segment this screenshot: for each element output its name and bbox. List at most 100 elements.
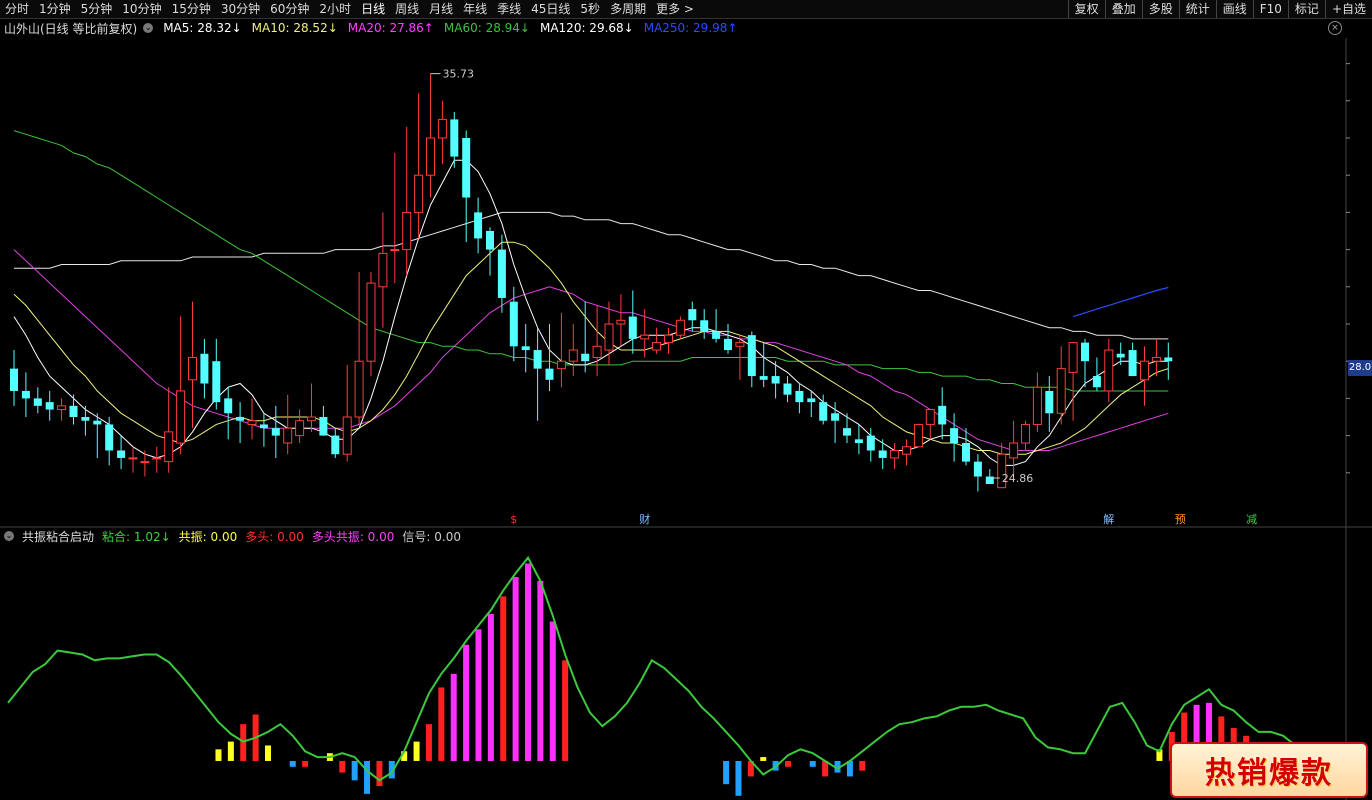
candle	[21, 372, 30, 417]
candle	[81, 405, 90, 436]
osc-bar	[227, 741, 234, 761]
price-chart[interactable]: 35.73 24.86 $ 财 解 预 减	[0, 0, 1372, 800]
candle	[45, 390, 54, 421]
candle-body	[224, 398, 233, 414]
candle	[378, 212, 388, 328]
candle-body	[93, 420, 102, 425]
event-marker: 预	[1175, 513, 1186, 526]
candle	[1140, 346, 1149, 406]
candle	[354, 271, 364, 425]
candle-body	[342, 416, 352, 455]
candle	[878, 439, 887, 470]
candle	[938, 387, 947, 440]
candle-body	[33, 398, 42, 406]
candle-body	[450, 119, 459, 157]
candle	[925, 409, 935, 440]
candle-body	[795, 390, 804, 403]
candle-body	[628, 316, 637, 339]
osc-bar	[735, 760, 742, 796]
candle	[69, 394, 78, 425]
candle-body	[568, 349, 578, 362]
candle-body	[21, 390, 30, 399]
candle	[342, 364, 352, 462]
candle-body	[807, 398, 816, 403]
promo-badge[interactable]: 热销爆款	[1170, 742, 1368, 798]
ma10-line	[13, 241, 1169, 455]
candle	[568, 324, 578, 377]
candle	[628, 290, 637, 354]
candle-body	[962, 443, 970, 462]
candle-body	[176, 390, 186, 444]
candle-body	[1151, 356, 1161, 362]
candle-body	[533, 350, 542, 369]
osc-bar	[364, 760, 371, 794]
candle-body	[164, 431, 174, 463]
candle-body	[188, 356, 197, 381]
candle-body	[1068, 342, 1078, 373]
candle-body	[735, 342, 745, 347]
candle-body	[437, 118, 447, 139]
candle	[259, 413, 268, 447]
candle	[450, 111, 459, 168]
osc-bar	[487, 613, 494, 761]
event-markers: $ 财 解 预 减	[510, 512, 1257, 526]
candle	[545, 324, 554, 391]
candle-body	[675, 319, 685, 336]
candle-body	[509, 301, 518, 347]
candle-body	[700, 320, 709, 332]
candle	[724, 324, 732, 354]
osc-bar	[525, 563, 531, 761]
candle	[1151, 338, 1161, 377]
candle-body	[1045, 390, 1054, 414]
candle-body	[1128, 350, 1137, 377]
candle-body	[581, 353, 590, 362]
candle-body	[973, 461, 982, 477]
candle	[1032, 372, 1042, 432]
candle-body	[331, 435, 340, 455]
ma250-line	[1072, 286, 1169, 318]
candle	[1021, 420, 1030, 451]
candle-body	[902, 446, 911, 455]
event-marker: 财	[639, 512, 650, 526]
osc-bar	[450, 673, 457, 761]
promo-text: 热销爆款	[1205, 756, 1333, 791]
candle-body	[414, 174, 424, 213]
candle	[152, 446, 162, 473]
osc-bar	[549, 621, 556, 761]
candle-body	[307, 416, 316, 422]
osc-bar	[215, 749, 222, 761]
candle-body	[117, 450, 126, 458]
candle	[1056, 346, 1066, 425]
collapse-icon[interactable]: ⌄	[4, 531, 14, 541]
candle-body	[402, 211, 412, 251]
candle	[521, 324, 530, 373]
candle	[1009, 420, 1019, 477]
low-marker: 24.86	[989, 472, 1033, 485]
osc-bar	[413, 741, 420, 761]
candle	[985, 469, 994, 484]
candle	[437, 100, 447, 165]
candle	[307, 383, 316, 432]
candle-body	[545, 368, 554, 380]
candle-body	[497, 249, 506, 298]
candle	[117, 435, 126, 470]
candle-body	[390, 249, 400, 252]
indicator-name: 共振粘合启动	[22, 529, 95, 544]
candle-body	[283, 427, 293, 444]
candle-body	[913, 423, 923, 448]
ma5-line	[13, 159, 1169, 466]
candle-body	[81, 417, 90, 421]
candle	[973, 454, 982, 492]
osc-bar	[289, 760, 296, 767]
duotou-gongzhen-value: 多头共振: 0.00	[311, 529, 395, 544]
candle-body	[1104, 349, 1114, 392]
candle-body	[938, 405, 947, 425]
candle-body	[521, 346, 530, 351]
ma60-line	[13, 130, 1169, 392]
candle	[700, 309, 709, 339]
osc-bar	[859, 760, 866, 771]
candle-body	[57, 405, 67, 411]
candles	[10, 73, 1173, 492]
candle	[807, 390, 816, 417]
candle-body	[878, 450, 887, 458]
